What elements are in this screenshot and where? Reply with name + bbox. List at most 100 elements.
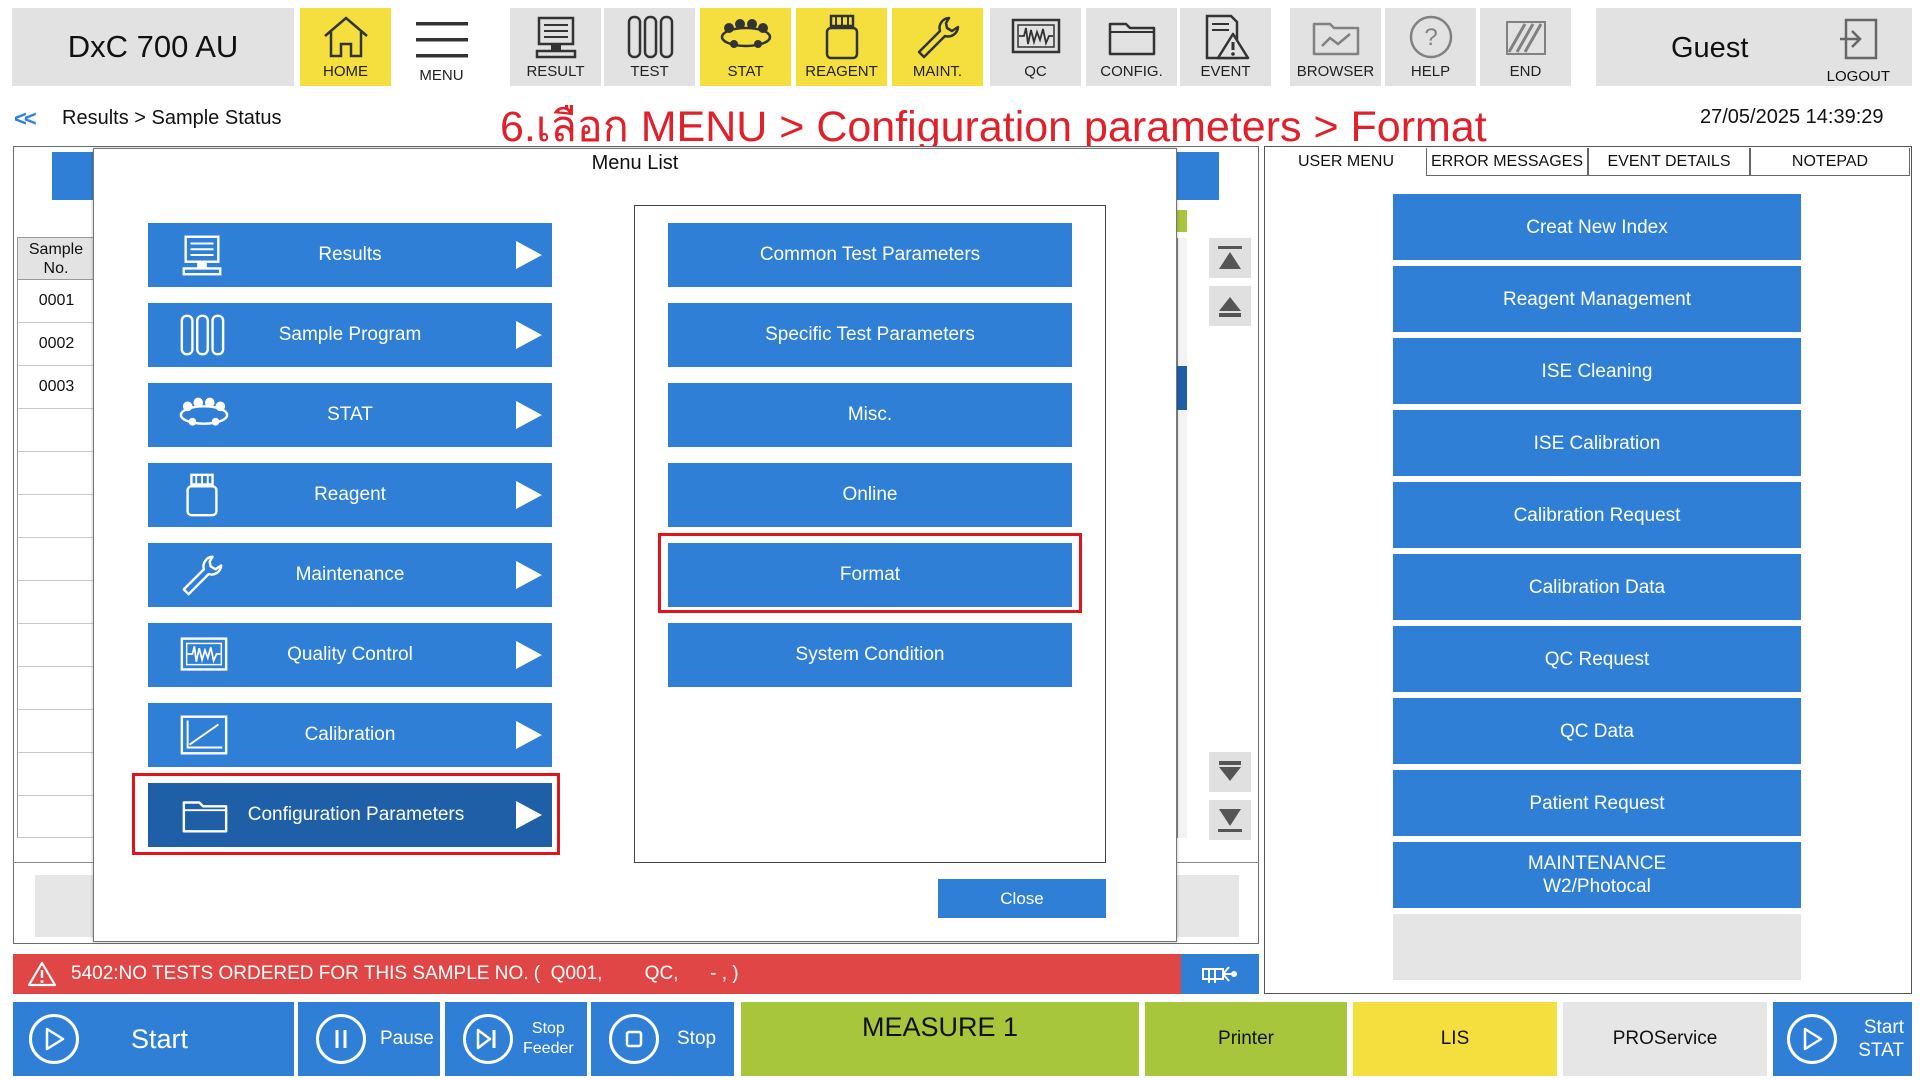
menu-item-stat[interactable]: STAT bbox=[148, 383, 552, 447]
user-menu-patient-request-button[interactable]: Patient Request bbox=[1393, 770, 1801, 836]
user-menu-maintenance-w2-photocal-button[interactable]: MAINTENANCE W2/Photocal bbox=[1393, 842, 1801, 908]
user-menu-qc-request-button[interactable]: QC Request bbox=[1393, 626, 1801, 692]
user-menu-calibration-request-button[interactable]: Calibration Request bbox=[1393, 482, 1801, 548]
scroll-bottom-button[interactable] bbox=[1209, 800, 1251, 840]
menu-item-label: Sample Program bbox=[278, 324, 422, 345]
toolbar-stat-button[interactable]: STAT bbox=[700, 8, 791, 86]
toolbar-end-label: END bbox=[1509, 63, 1542, 80]
datetime: 27/05/2025 14:39:29 bbox=[1700, 106, 1884, 128]
user-name: Guest bbox=[1671, 32, 1749, 64]
table-row[interactable] bbox=[17, 710, 95, 753]
table-row[interactable] bbox=[17, 409, 95, 452]
menu-item-maintenance[interactable]: Maintenance bbox=[148, 543, 552, 607]
start-stat-button[interactable]: Start STAT bbox=[1773, 1002, 1912, 1076]
table-row[interactable]: 0003 bbox=[17, 366, 95, 409]
logout-label[interactable]: LOGOUT bbox=[1827, 68, 1890, 85]
breadcrumb: Results > Sample Status bbox=[62, 107, 282, 129]
user-menu-creat-new-index-button[interactable]: Creat New Index bbox=[1393, 194, 1801, 260]
table-row[interactable]: 0001 bbox=[17, 280, 95, 323]
tab-user-menu[interactable]: USER MENU bbox=[1266, 148, 1426, 176]
tab-error-messages[interactable]: ERROR MESSAGES bbox=[1426, 148, 1588, 176]
stop-feeder-button[interactable]: Stop Feeder bbox=[445, 1002, 587, 1076]
scroll-down-button[interactable] bbox=[1209, 752, 1251, 792]
user-menu-reagent-management-button[interactable]: Reagent Management bbox=[1393, 266, 1801, 332]
scroll-top-button[interactable] bbox=[1209, 238, 1251, 278]
speaker-tool-icon bbox=[1202, 966, 1237, 983]
scroll-bottom-icon bbox=[1218, 809, 1242, 832]
toolbar-maint-button[interactable]: MAINT. bbox=[892, 8, 983, 86]
end-stripes-icon bbox=[1505, 21, 1546, 55]
toolbar-help-button[interactable]: ? HELP bbox=[1385, 8, 1476, 86]
scroll-up-icon bbox=[1219, 297, 1241, 317]
panel-tab-left[interactable] bbox=[52, 152, 97, 200]
tab-event-details[interactable]: EVENT DETAILS bbox=[1588, 148, 1750, 176]
toolbar-qc-button[interactable]: QC bbox=[990, 8, 1081, 86]
submenu-misc[interactable]: Misc. bbox=[668, 383, 1072, 447]
printer-status[interactable]: Printer bbox=[1145, 1002, 1347, 1076]
logout-icon[interactable] bbox=[1836, 16, 1882, 62]
panel-footer-right bbox=[1177, 875, 1239, 937]
user-menu-ise-calibration-button[interactable]: ISE Calibration bbox=[1393, 410, 1801, 476]
start-label: Start bbox=[131, 1023, 189, 1054]
toolbar-menu-button[interactable]: MENU bbox=[396, 8, 487, 86]
annotation-highlight-format bbox=[658, 533, 1082, 613]
back-button[interactable]: << bbox=[14, 106, 37, 132]
menu-item-quality-control[interactable]: Quality Control bbox=[148, 623, 552, 687]
table-row[interactable] bbox=[17, 581, 95, 624]
table-row[interactable] bbox=[17, 495, 95, 538]
table-row[interactable] bbox=[17, 796, 95, 838]
tab-notepad[interactable]: NOTEPAD bbox=[1750, 148, 1910, 176]
menu-item-sample-program[interactable]: Sample Program bbox=[148, 303, 552, 367]
scroll-up-button[interactable] bbox=[1209, 286, 1251, 326]
toolbar-config-button[interactable]: CONFIG. bbox=[1086, 8, 1177, 86]
toolbar-browser-button[interactable]: BROWSER bbox=[1290, 8, 1381, 86]
error-message-bar[interactable]: 5402:NO TESTS ORDERED FOR THIS SAMPLE NO… bbox=[13, 954, 1181, 994]
toolbar-end-button[interactable]: END bbox=[1480, 8, 1571, 86]
panel-tab-right[interactable] bbox=[1177, 152, 1219, 200]
submenu-system-condition[interactable]: System Condition bbox=[668, 623, 1072, 687]
menu-item-calibration[interactable]: Calibration bbox=[148, 703, 552, 767]
toolbar-browser-label: BROWSER bbox=[1296, 63, 1375, 80]
table-row[interactable] bbox=[17, 452, 95, 495]
user-menu-qc-data-button[interactable]: QC Data bbox=[1393, 698, 1801, 764]
proservice-status[interactable]: PROService bbox=[1563, 1002, 1767, 1076]
toolbar-home-label: HOME bbox=[323, 63, 368, 80]
submenu-specific-test-parameters[interactable]: Specific Test Parameters bbox=[668, 303, 1072, 367]
submenu-common-test-parameters[interactable]: Common Test Parameters bbox=[668, 223, 1072, 287]
toolbar-home-button[interactable]: HOME bbox=[300, 8, 391, 86]
reagent-bottle-icon bbox=[825, 14, 858, 60]
toolbar-reagent-button[interactable]: REAGENT bbox=[796, 8, 887, 86]
menu-item-results[interactable]: Results bbox=[148, 223, 552, 287]
table-row[interactable] bbox=[17, 624, 95, 667]
stop-feeder-label-line2: Feeder bbox=[523, 1040, 574, 1057]
selected-row-edge bbox=[1177, 366, 1187, 410]
toolbar-test-button[interactable]: TEST bbox=[604, 8, 695, 86]
event-warning-icon bbox=[1205, 14, 1249, 60]
stop-button[interactable]: Stop bbox=[591, 1002, 734, 1076]
pause-label: Pause bbox=[380, 1028, 434, 1049]
arrow-right-icon bbox=[516, 641, 542, 669]
toolbar-test-label: TEST bbox=[630, 63, 669, 80]
toolbar-result-button[interactable]: RESULT bbox=[510, 8, 601, 86]
user-menu-calibration-data-button[interactable]: Calibration Data bbox=[1393, 554, 1801, 620]
stop-feeder-label: Stop Feeder bbox=[523, 1019, 574, 1059]
toolbar-event-button[interactable]: EVENT bbox=[1180, 8, 1271, 86]
menu-item-label: Reagent bbox=[314, 484, 386, 505]
close-button[interactable]: Close bbox=[938, 879, 1106, 918]
start-button[interactable]: Start bbox=[13, 1002, 294, 1076]
table-row[interactable]: 0002 bbox=[17, 323, 95, 366]
table-row[interactable] bbox=[17, 667, 95, 710]
pause-icon bbox=[316, 1014, 366, 1064]
lis-status[interactable]: LIS bbox=[1353, 1002, 1557, 1076]
error-action-button[interactable] bbox=[1181, 954, 1259, 994]
menu-item-label: STAT bbox=[327, 404, 373, 425]
toolbar-reagent-label: REAGENT bbox=[805, 63, 878, 80]
table-row[interactable] bbox=[17, 753, 95, 796]
pause-button[interactable]: Pause bbox=[298, 1002, 440, 1076]
toolbar-result-label: RESULT bbox=[526, 63, 585, 80]
scroll-top-icon bbox=[1218, 246, 1242, 269]
user-menu-ise-cleaning-button[interactable]: ISE Cleaning bbox=[1393, 338, 1801, 404]
table-row[interactable] bbox=[17, 538, 95, 581]
menu-item-reagent[interactable]: Reagent bbox=[148, 463, 552, 527]
submenu-online[interactable]: Online bbox=[668, 463, 1072, 527]
